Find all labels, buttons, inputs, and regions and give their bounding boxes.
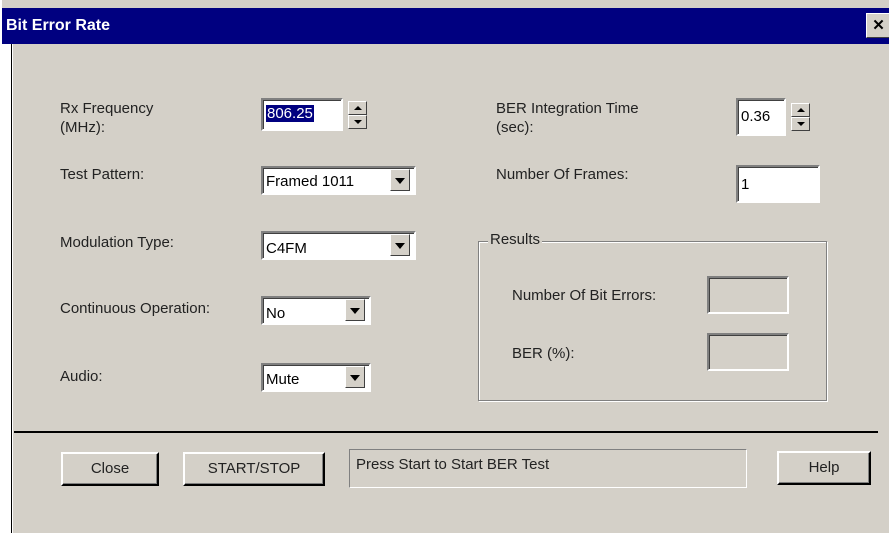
title-bar: Bit Error Rate: [2, 8, 889, 44]
ber-percent-label: BER (%):: [512, 345, 575, 362]
spin-up-icon[interactable]: [791, 103, 810, 117]
start-stop-button[interactable]: START/STOP: [183, 452, 325, 486]
close-icon[interactable]: ✕: [866, 13, 889, 38]
test-pattern-select[interactable]: Framed 1011: [261, 166, 416, 195]
close-button[interactable]: Close: [61, 452, 159, 486]
modulation-type-label: Modulation Type:: [60, 234, 174, 251]
separator: [14, 431, 878, 433]
window-left-border: [11, 44, 12, 533]
continuous-operation-select[interactable]: No: [261, 296, 371, 325]
spin-down-icon[interactable]: [791, 117, 810, 131]
number-of-frames-input[interactable]: 1: [736, 165, 820, 203]
status-message: Press Start to Start BER Test: [356, 456, 550, 473]
ber-integration-time-spinner[interactable]: [791, 103, 810, 131]
chevron-down-icon[interactable]: [345, 366, 365, 388]
modulation-type-value: C4FM: [266, 240, 307, 257]
rx-frequency-input[interactable]: 806.25: [261, 98, 343, 131]
continuous-operation-label: Continuous Operation:: [60, 300, 211, 317]
modulation-type-select[interactable]: C4FM: [261, 231, 416, 260]
bit-errors-label: Number Of Bit Errors:: [512, 287, 657, 304]
audio-value: Mute: [266, 371, 300, 388]
results-group: [478, 241, 827, 401]
rx-frequency-label: Rx Frequency (MHz):: [60, 100, 154, 136]
number-of-frames-label: Number Of Frames:: [496, 166, 629, 183]
ber-integration-time-value: 0.36: [741, 108, 771, 125]
ber-percent-output: [707, 333, 789, 371]
spin-up-icon[interactable]: [348, 101, 367, 115]
status-box: Press Start to Start BER Test: [349, 449, 747, 488]
rx-frequency-value: 806.25: [266, 105, 314, 122]
window-title: Bit Error Rate: [6, 17, 111, 34]
continuous-operation-value: No: [266, 305, 286, 322]
test-pattern-label: Test Pattern:: [60, 166, 145, 183]
help-button[interactable]: Help: [777, 451, 871, 485]
audio-select[interactable]: Mute: [261, 363, 371, 392]
rx-frequency-spinner[interactable]: [348, 101, 367, 129]
chevron-down-icon[interactable]: [345, 299, 365, 321]
spin-down-icon[interactable]: [348, 115, 367, 129]
chevron-down-icon[interactable]: [390, 234, 410, 256]
ber-integration-time-label: BER Integration Time (sec):: [496, 100, 639, 136]
ber-integration-time-input[interactable]: 0.36: [736, 98, 786, 136]
audio-label: Audio:: [60, 368, 103, 385]
number-of-frames-value: 1: [741, 176, 750, 193]
test-pattern-value: Framed 1011: [266, 173, 355, 190]
results-group-title: Results: [488, 231, 543, 248]
bit-error-rate-dialog: Bit Error Rate ✕ Rx Frequency (MHz): 806…: [0, 0, 889, 533]
bit-errors-output: [707, 276, 789, 314]
chevron-down-icon[interactable]: [390, 169, 410, 191]
